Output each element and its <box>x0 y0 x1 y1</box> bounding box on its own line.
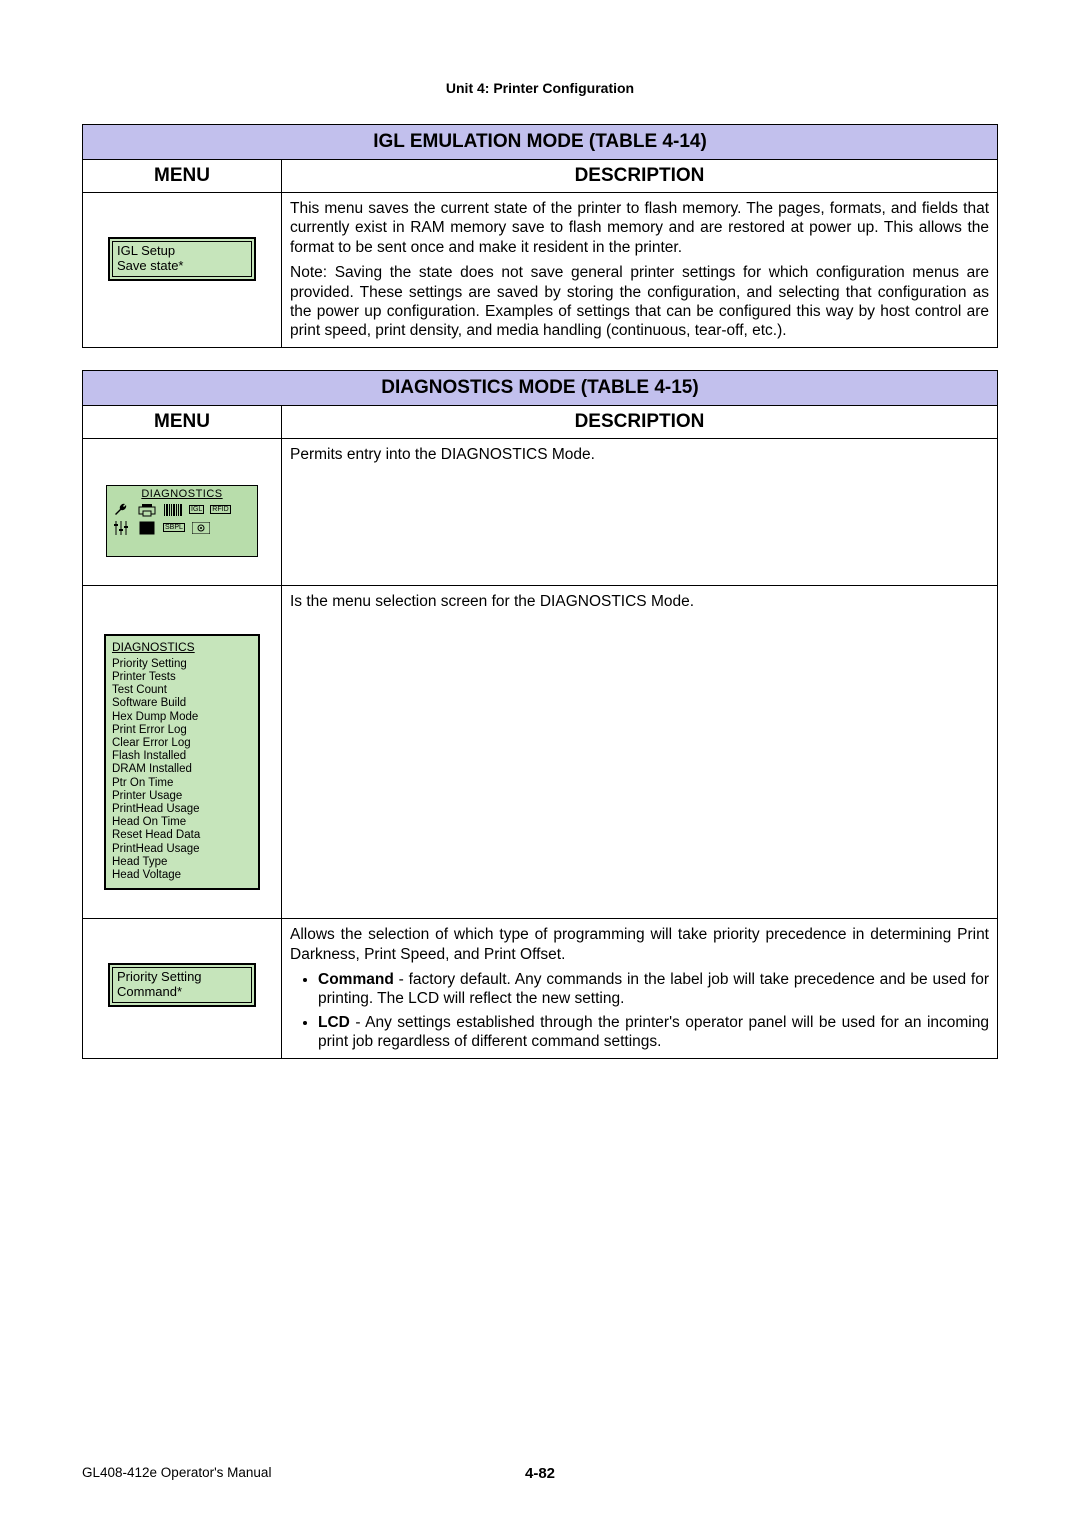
lcd-title: DIAGNOSTICS <box>111 488 253 500</box>
lcd-diagnostics-icons: DIAGNOSTICS IGL RFID <box>106 485 258 557</box>
igl-menu-hdr: MENU <box>83 160 282 193</box>
diag-row1-menu: DIAGNOSTICS Priority SettingPrinter Test… <box>83 585 282 919</box>
sliders-icon <box>111 520 131 536</box>
igl-table: IGL EMULATION MODE (TABLE 4-14) MENU DES… <box>82 124 998 348</box>
lcd-icon-grid: IGL RFID SBPL <box>111 502 253 536</box>
footer-manual-name: GL408-412e Operator's Manual <box>82 1465 271 1480</box>
list-item: Print Error Log <box>112 724 252 737</box>
list-item: Clear Error Log <box>112 737 252 750</box>
diag-desc-hdr: DESCRIPTION <box>282 405 998 438</box>
badge-rfid: RFID <box>210 505 230 514</box>
desc-paragraph: Permits entry into the DIAGNOSTICS Mode. <box>290 445 989 464</box>
igl-desc-hdr: DESCRIPTION <box>282 160 998 193</box>
list-item: LCD - Any settings established through t… <box>318 1013 989 1052</box>
diag-row1-desc: Is the menu selection screen for the DIA… <box>282 585 998 919</box>
lcd-line: Command* <box>117 985 247 1000</box>
printer-icon <box>137 502 157 518</box>
list-item: Software Build <box>112 697 252 710</box>
diag-row2-menu: Priority Setting Command* <box>83 919 282 1058</box>
list-item: Flash Installed <box>112 750 252 763</box>
igl-row0-desc: This menu saves the current state of the… <box>282 193 998 348</box>
desc-paragraph: Note: Saving the state does not save gen… <box>290 263 989 341</box>
list-item: Head On Time <box>112 816 252 829</box>
list-item: Reset Head Data <box>112 829 252 842</box>
list-item: Test Count <box>112 684 252 697</box>
barcode-icon <box>163 502 183 518</box>
diag-row0-menu: DIAGNOSTICS IGL RFID <box>83 438 282 585</box>
lcd-line: Priority Setting <box>117 970 247 985</box>
list-item: DRAM Installed <box>112 763 252 776</box>
lcd-igl-setup: IGL Setup Save state* <box>108 237 256 281</box>
diag-menu-hdr: MENU <box>83 405 282 438</box>
lcd-title: DIAGNOSTICS <box>112 640 252 654</box>
list-item: Ptr On Time <box>112 777 252 790</box>
bullet-list: Command - factory default. Any commands … <box>290 970 989 1052</box>
list-item: PrintHead Usage <box>112 803 252 816</box>
list-item: Priority Setting <box>112 658 252 671</box>
list-item: PrintHead Usage <box>112 843 252 856</box>
list-item: Printer Tests <box>112 671 252 684</box>
diag-row0-desc: Permits entry into the DIAGNOSTICS Mode. <box>282 438 998 585</box>
lcd-list-items: Priority SettingPrinter TestsTest CountS… <box>112 658 252 883</box>
list-item: Head Type <box>112 856 252 869</box>
lcd-line: Save state* <box>117 259 247 274</box>
ribbon-icon <box>137 520 157 536</box>
diag-table: DIAGNOSTICS MODE (TABLE 4-15) MENU DESCR… <box>82 370 998 1059</box>
diag-row2-desc: Allows the selection of which type of pr… <box>282 919 998 1058</box>
desc-paragraph: Allows the selection of which type of pr… <box>290 925 989 964</box>
lcd-line: IGL Setup <box>117 244 247 259</box>
igl-row0-menu: IGL Setup Save state* <box>83 193 282 348</box>
unit-header: Unit 4: Printer Configuration <box>82 80 998 96</box>
page-footer: GL408-412e Operator's Manual 4-82 <box>82 1465 998 1480</box>
list-item: Command - factory default. Any commands … <box>318 970 989 1009</box>
lcd-diagnostics-list: DIAGNOSTICS Priority SettingPrinter Test… <box>104 634 260 891</box>
desc-paragraph: Is the menu selection screen for the DIA… <box>290 592 989 611</box>
list-item: Hex Dump Mode <box>112 711 252 724</box>
eye-icon <box>191 520 211 536</box>
lcd-priority-setting: Priority Setting Command* <box>108 963 256 1007</box>
diag-table-title: DIAGNOSTICS MODE (TABLE 4-15) <box>83 370 998 405</box>
wrench-icon <box>111 502 131 518</box>
list-item: Head Voltage <box>112 869 252 882</box>
igl-table-title: IGL EMULATION MODE (TABLE 4-14) <box>83 125 998 160</box>
desc-paragraph: This menu saves the current state of the… <box>290 199 989 257</box>
list-item: Printer Usage <box>112 790 252 803</box>
badge-igl: IGL <box>189 505 204 514</box>
badge-sbpl: SBPL <box>163 523 185 532</box>
